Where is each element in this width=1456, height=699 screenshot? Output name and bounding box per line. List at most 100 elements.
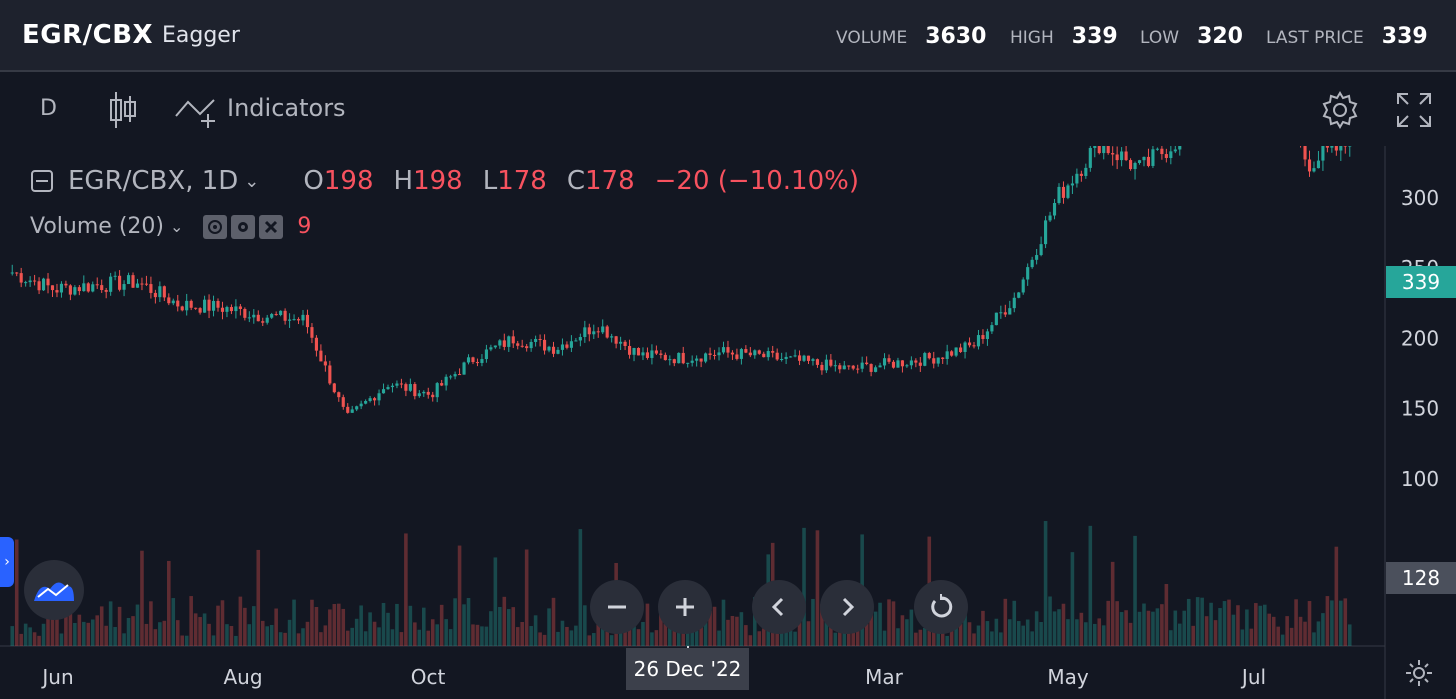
candle-body [569, 341, 573, 348]
candle-body [140, 283, 144, 285]
scroll-right-button[interactable] [820, 580, 874, 634]
candle-body [176, 300, 180, 307]
candle-body [489, 347, 493, 350]
volume-bar [386, 612, 390, 646]
candle-body [292, 319, 296, 321]
time-tick-label: May [1047, 665, 1089, 689]
volume-bar [453, 598, 457, 646]
sun-settings-icon[interactable] [1404, 658, 1434, 688]
reset-chart-button[interactable] [914, 580, 968, 634]
candle-body [171, 300, 175, 304]
candle-body [296, 319, 301, 321]
volume-bar [471, 624, 475, 646]
volume-bar [435, 624, 439, 646]
candle-body [207, 299, 211, 311]
volume-bar [350, 627, 354, 646]
chevron-down-icon[interactable]: ⌄ [170, 217, 183, 236]
candle-body [64, 283, 68, 286]
candle-body [757, 350, 761, 354]
volume-bar [712, 606, 717, 646]
volume-bar [1347, 624, 1352, 646]
close-icon[interactable] [259, 214, 284, 239]
candle-body [381, 389, 386, 394]
volume-bar [761, 628, 766, 646]
volume-bar [117, 606, 122, 646]
candle-body [766, 351, 770, 358]
high-label-legend: H [393, 166, 414, 196]
candle-body [149, 284, 153, 293]
volume-bar [1008, 619, 1012, 646]
candle-body [350, 409, 354, 413]
zoom-out-button[interactable] [590, 580, 644, 634]
price-tick-label: 200 [1401, 326, 1439, 350]
candle-body [941, 357, 945, 359]
gear-icon[interactable] [1320, 90, 1360, 130]
volume-bar [408, 605, 413, 646]
volume-bar [341, 608, 346, 646]
scroll-left-button[interactable] [752, 580, 806, 634]
candle-body [1146, 156, 1151, 166]
interval-button[interactable]: D [40, 96, 57, 121]
volume-bar [815, 530, 820, 646]
candle-body [1303, 146, 1307, 160]
indicators-icon[interactable] [174, 94, 220, 130]
indicators-button[interactable]: Indicators [227, 94, 346, 122]
volume-bar [1321, 613, 1325, 646]
series-title[interactable]: EGR/CBX, 1D [68, 166, 238, 196]
candle-body [82, 283, 86, 292]
candle-body [426, 391, 430, 395]
chevron-right-icon [842, 597, 855, 617]
volume-stat: VOLUME 3630 [836, 24, 986, 49]
candle-body [493, 345, 497, 348]
volume-bar [1128, 622, 1133, 646]
volume-bar [1169, 630, 1173, 646]
candles-icon[interactable] [108, 90, 138, 130]
volume-bar [1209, 602, 1213, 646]
candle-body [167, 297, 171, 304]
candle-body [355, 406, 359, 410]
plus-icon [676, 598, 694, 616]
volume-indicator-title[interactable]: Volume (20) [30, 214, 164, 239]
volume-bar [310, 599, 314, 646]
candle-body [636, 348, 641, 356]
volume-bar [296, 633, 301, 646]
candle-body [475, 362, 480, 364]
volume-bar [399, 632, 404, 646]
volume-bar [923, 627, 927, 646]
candle-body [632, 348, 636, 355]
eye-icon[interactable] [203, 214, 228, 239]
candle-body [587, 327, 591, 335]
volume-bar [158, 622, 162, 646]
candle-body [440, 383, 444, 386]
volume-bar [86, 622, 91, 646]
candle-body [229, 307, 233, 312]
candle-body [945, 351, 949, 359]
collapse-legend-icon[interactable] [30, 169, 54, 193]
volume-bar [104, 625, 108, 646]
candle-body [820, 364, 824, 371]
settings-icon[interactable] [231, 214, 256, 239]
volume-bar [1119, 612, 1124, 646]
volume-bar [1191, 625, 1195, 646]
volume-bar [1021, 625, 1025, 646]
candle-body [578, 337, 582, 341]
zoom-in-button[interactable] [658, 580, 712, 634]
candle-body [435, 383, 439, 398]
logo-icon[interactable] [24, 560, 84, 620]
volume-bar [645, 603, 650, 646]
open-value: 198 [323, 166, 374, 196]
high-value: 339 [1071, 24, 1118, 49]
fullscreen-icon[interactable] [1396, 92, 1432, 128]
candle-body [449, 376, 453, 378]
candle-body [990, 325, 994, 332]
side-panel-handle[interactable]: › [0, 537, 14, 587]
volume-bar [1254, 603, 1258, 646]
candle-body [33, 280, 37, 282]
candle-body [927, 353, 931, 359]
candle-body [708, 353, 712, 355]
volume-bar [1195, 597, 1200, 646]
chevron-down-icon[interactable]: ⌄ [244, 171, 259, 192]
volume-bar [990, 631, 994, 646]
volume-bar [457, 545, 462, 646]
volume-bar [140, 550, 144, 646]
